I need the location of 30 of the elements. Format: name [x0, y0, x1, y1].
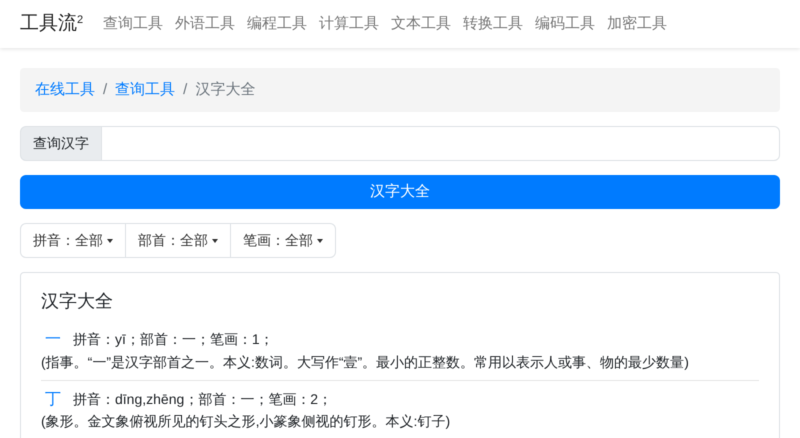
filter-dropdown[interactable]: 拼音：全部: [20, 223, 126, 258]
caret-icon: [107, 239, 113, 244]
submit-button[interactable]: 汉字大全: [20, 175, 780, 209]
nav-link[interactable]: 文本工具: [385, 12, 458, 36]
nav-link[interactable]: 编码工具: [529, 12, 602, 36]
breadcrumb-separator: /: [102, 80, 108, 100]
search-label: 查询汉字: [20, 126, 102, 161]
breadcrumb-link[interactable]: 在线工具: [35, 78, 95, 102]
character-link[interactable]: 丁: [45, 388, 61, 410]
nav-link[interactable]: 加密工具: [601, 12, 674, 36]
character-definition: (指事。“一”是汉字部首之一。本义:数词。大写作“壹”。最小的正整数。常用以表示人或事、物的最少数量): [41, 352, 690, 372]
results-title: 汉字大全: [41, 290, 114, 313]
nav-link[interactable]: 转换工具: [457, 12, 530, 36]
breadcrumb-current: 汉字大全: [195, 80, 256, 100]
caret-icon: [212, 239, 218, 244]
caret-icon: [317, 239, 323, 244]
search-field[interactable]: [101, 126, 780, 161]
nav-link[interactable]: 计算工具: [313, 12, 386, 36]
nav-link[interactable]: 查询工具: [97, 12, 170, 36]
character-link[interactable]: 一: [45, 329, 61, 351]
brand-logo[interactable]: 工具流$^{2}$: [20, 10, 84, 38]
nav-link[interactable]: 外语工具: [169, 12, 242, 36]
breadcrumb-link[interactable]: 查询工具: [115, 78, 176, 102]
character-info: 拼音：dīng,zhēng；部首：一；笔画：2；: [73, 390, 332, 409]
breadcrumb-separator: /: [182, 80, 188, 100]
character-info: 拼音：yī；部首：一；笔画：1；: [73, 330, 274, 350]
nav-link[interactable]: 编程工具: [241, 12, 314, 36]
filter-dropdown[interactable]: 笔画：全部: [230, 223, 336, 258]
character-definition: (象形。金文象俯视所见的钉头之形,小篆象侧视的钉形。本义:钉子): [41, 412, 452, 432]
filter-dropdown[interactable]: 部首：全部: [125, 223, 231, 258]
